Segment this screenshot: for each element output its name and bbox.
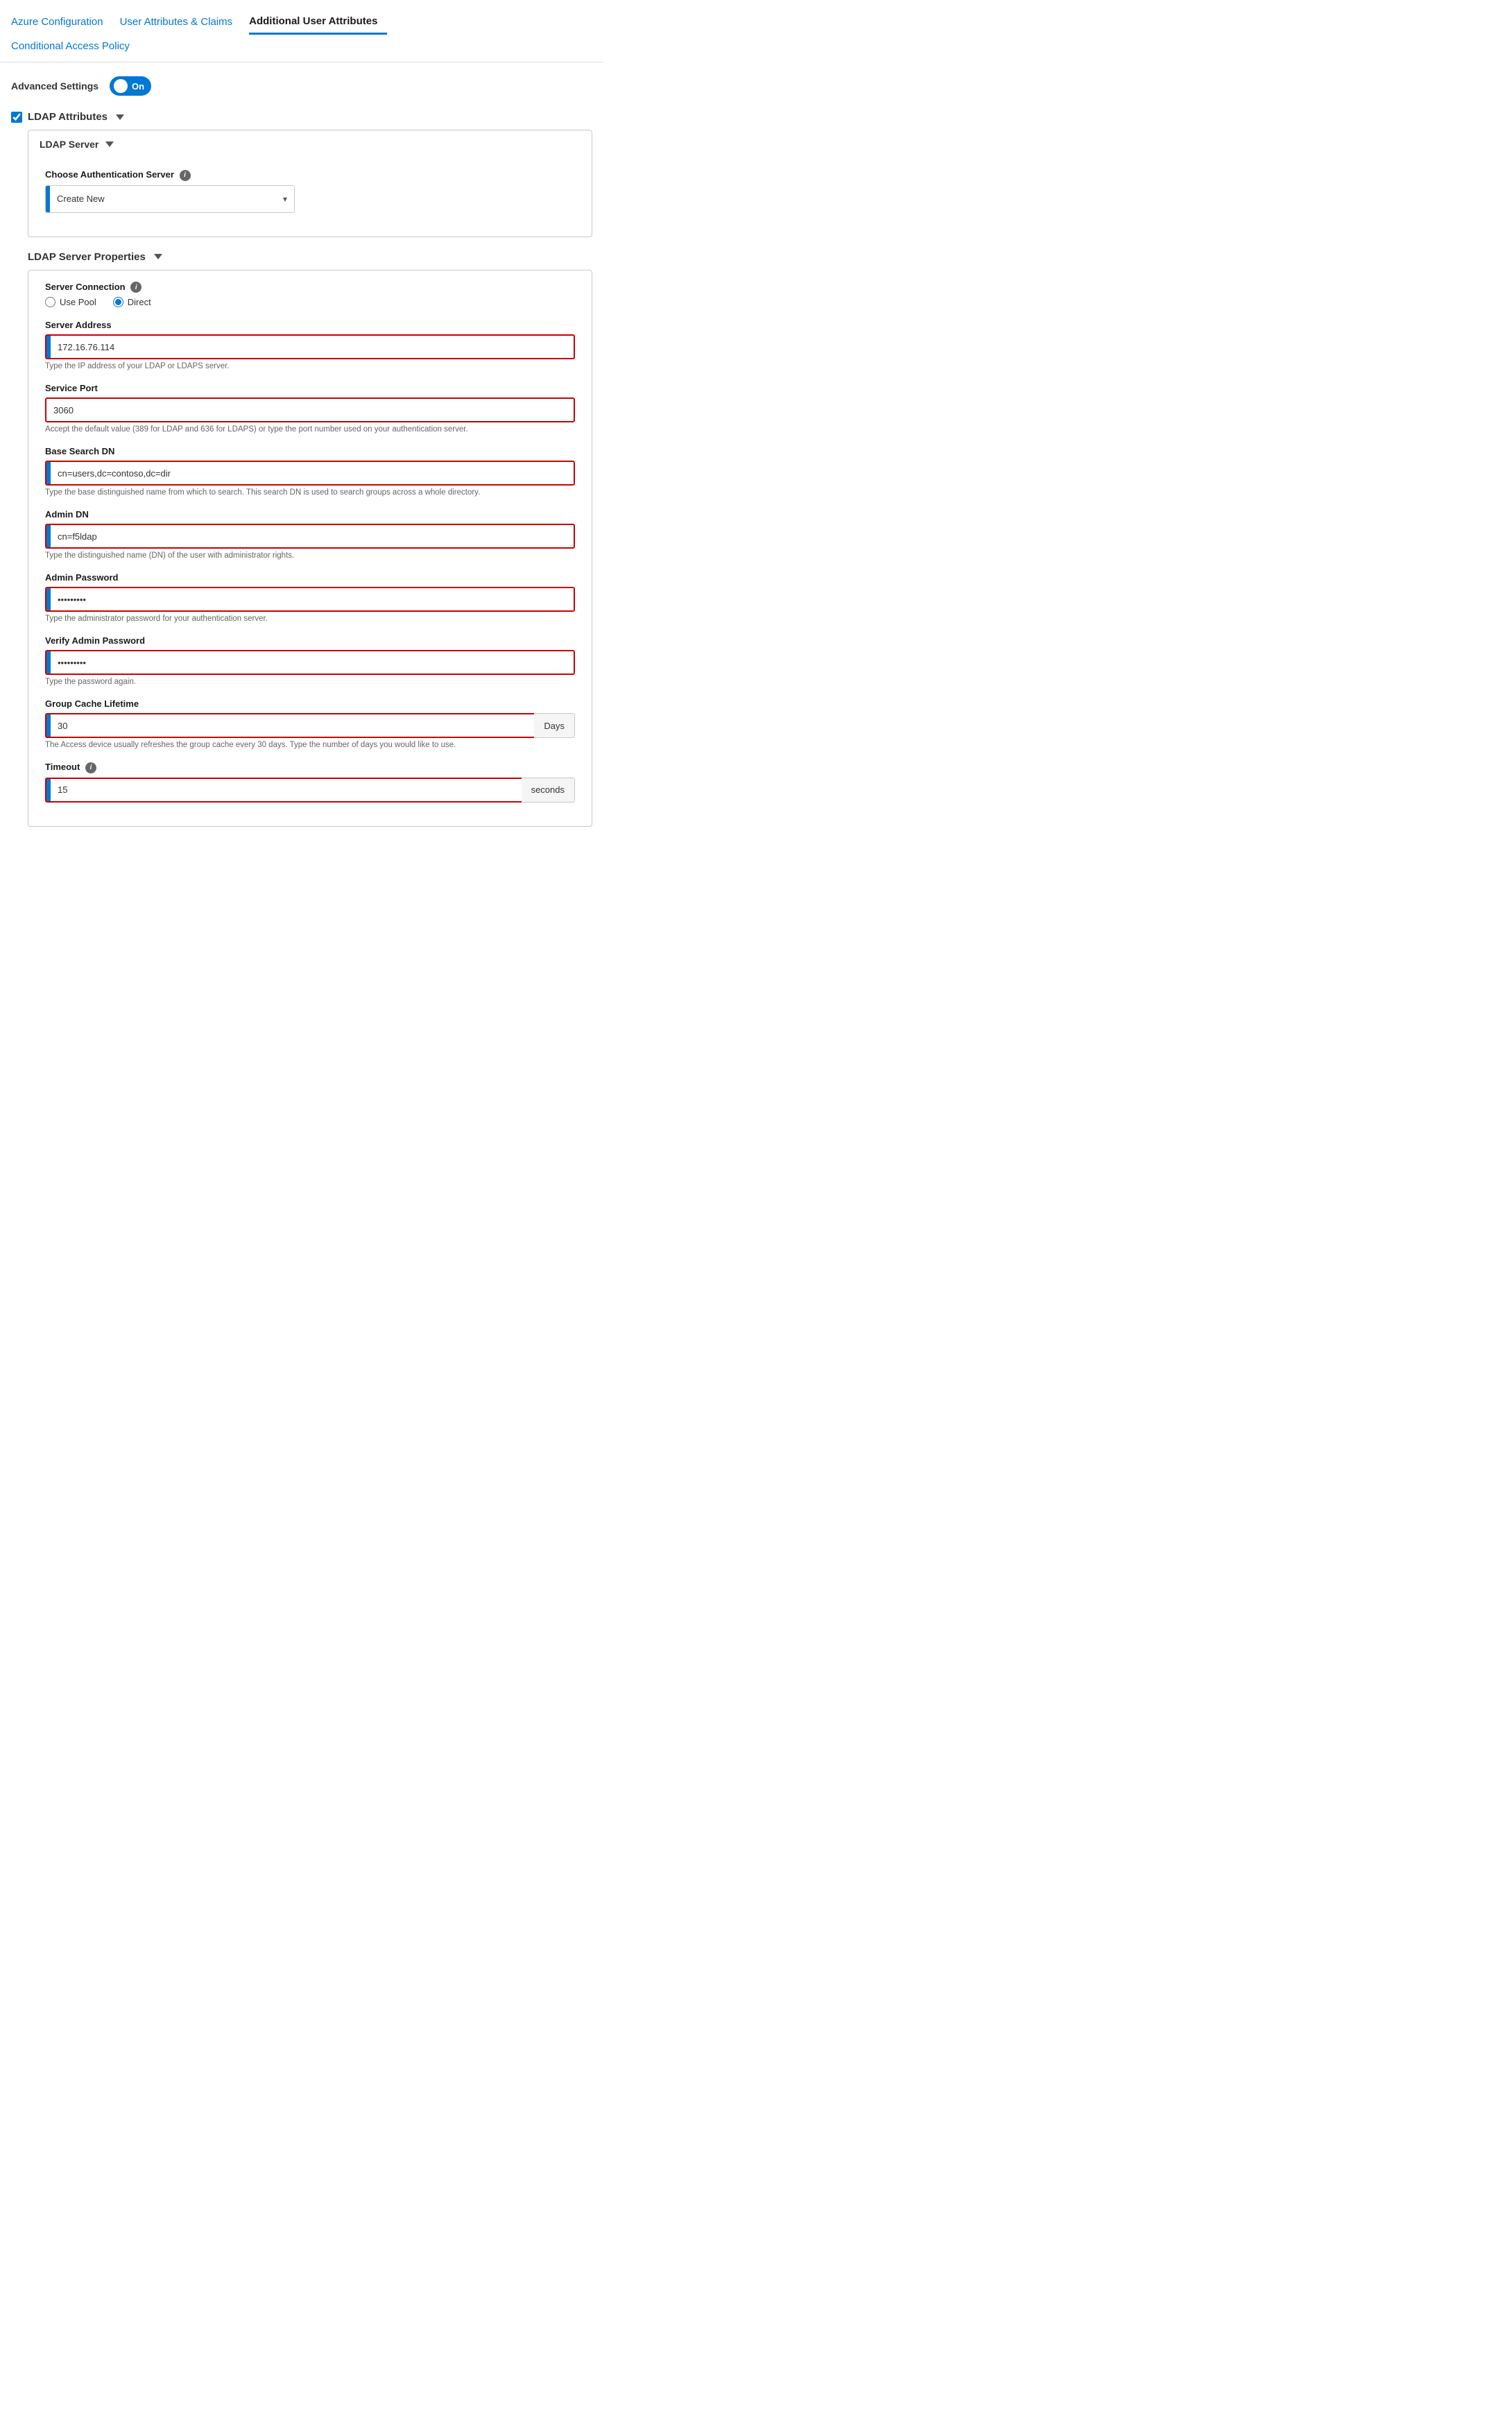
direct-label: Direct [128, 297, 151, 307]
ldap-server-properties-panel: Server Connection i Use Pool Direct [28, 270, 592, 827]
ldap-server-properties-title: LDAP Server Properties [28, 251, 146, 263]
group-cache-lifetime-row: Days [45, 713, 575, 738]
base-search-dn-group: Base Search DN Type the base distinguish… [45, 446, 575, 497]
timeout-group: Timeout i seconds [45, 762, 575, 803]
group-cache-lifetime-input[interactable] [51, 714, 534, 737]
use-pool-label: Use Pool [60, 297, 96, 307]
admin-password-wrapper [45, 587, 575, 612]
verify-admin-password-label: Verify Admin Password [45, 635, 575, 646]
server-address-label: Server Address [45, 320, 575, 330]
advanced-settings-toggle[interactable]: On [110, 76, 151, 96]
ldap-server-panel-header: LDAP Server [28, 130, 592, 158]
ldap-server-title: LDAP Server [40, 139, 98, 150]
service-port-hint: Accept the default value (389 for LDAP a… [45, 425, 575, 434]
server-connection-group: Server Connection i Use Pool Direct [45, 282, 575, 308]
service-port-label: Service Port [45, 383, 575, 393]
admin-password-hint: Type the administrator password for your… [45, 615, 575, 623]
timeout-label: Timeout i [45, 762, 575, 773]
choose-auth-server-select[interactable]: Create New [50, 186, 276, 212]
admin-password-input[interactable] [51, 588, 574, 610]
advanced-settings-row: Advanced Settings On [11, 76, 592, 96]
choose-auth-server-label: Choose Authentication Server i [45, 169, 575, 181]
toggle-on-text: On [132, 81, 144, 92]
server-connection-info-icon[interactable]: i [130, 282, 141, 293]
group-cache-lifetime-label: Group Cache Lifetime [45, 698, 575, 709]
nav-user-attributes-claims[interactable]: User Attributes & Claims [120, 10, 243, 35]
admin-dn-hint: Type the distinguished name (DN) of the … [45, 551, 575, 560]
ldap-server-properties-body: Server Connection i Use Pool Direct [28, 271, 592, 826]
server-connection-label: Server Connection i [45, 282, 575, 293]
server-address-input[interactable] [51, 336, 574, 358]
ldap-server-panel: LDAP Server Choose Authentication Server… [28, 130, 592, 237]
ldap-server-panel-body: Choose Authentication Server i Create Ne… [28, 158, 592, 237]
nav-conditional-access-policy[interactable]: Conditional Access Policy [11, 35, 139, 59]
direct-radio[interactable] [113, 297, 123, 307]
nav-header: Azure Configuration User Attributes & Cl… [0, 0, 603, 62]
choose-auth-server-group: Choose Authentication Server i Create Ne… [45, 169, 575, 213]
select-arrow-icon: ▾ [276, 186, 294, 212]
ldap-server-section: LDAP Server Choose Authentication Server… [28, 130, 592, 827]
ldap-server-chevron[interactable] [105, 142, 114, 147]
base-search-dn-wrapper [45, 461, 575, 486]
use-pool-option[interactable]: Use Pool [45, 297, 96, 307]
ldap-server-properties-chevron[interactable] [154, 254, 162, 259]
timeout-unit: seconds [522, 778, 575, 803]
service-port-input[interactable] [45, 397, 575, 422]
group-cache-lifetime-group: Group Cache Lifetime Days The Access dev… [45, 698, 575, 749]
admin-password-label: Admin Password [45, 572, 575, 583]
server-address-wrapper [45, 334, 575, 359]
choose-auth-server-select-wrapper: Create New ▾ [45, 185, 295, 213]
admin-dn-wrapper [45, 524, 575, 549]
admin-dn-group: Admin DN Type the distinguished name (DN… [45, 509, 575, 560]
base-search-dn-hint: Type the base distinguished name from wh… [45, 488, 575, 497]
server-address-group: Server Address Type the IP address of yo… [45, 320, 575, 370]
server-connection-radio-group: Use Pool Direct [45, 297, 575, 307]
verify-admin-password-input[interactable] [51, 651, 574, 674]
server-address-hint: Type the IP address of your LDAP or LDAP… [45, 362, 575, 370]
use-pool-radio[interactable] [45, 297, 55, 307]
base-search-dn-input[interactable] [51, 462, 574, 484]
group-cache-lifetime-wrapper [45, 713, 534, 738]
admin-password-group: Admin Password Type the administrator pa… [45, 572, 575, 623]
direct-option[interactable]: Direct [113, 297, 151, 307]
toggle-knob [114, 79, 128, 93]
admin-dn-label: Admin DN [45, 509, 575, 520]
ldap-attributes-section-header: LDAP Attributes [11, 111, 592, 123]
choose-auth-server-info-icon[interactable]: i [180, 170, 191, 181]
timeout-row: seconds [45, 778, 575, 803]
timeout-input[interactable] [51, 779, 522, 801]
base-search-dn-label: Base Search DN [45, 446, 575, 456]
group-cache-lifetime-unit: Days [534, 713, 575, 738]
ldap-attributes-title: LDAP Attributes [28, 111, 108, 123]
main-content: Advanced Settings On LDAP Attributes LDA… [0, 62, 603, 855]
advanced-settings-label: Advanced Settings [11, 80, 98, 92]
nav-azure-configuration[interactable]: Azure Configuration [11, 10, 113, 35]
timeout-info-icon[interactable]: i [85, 762, 96, 773]
nav-additional-user-attributes[interactable]: Additional User Attributes [249, 10, 387, 35]
ldap-attributes-checkbox[interactable] [11, 112, 22, 123]
ldap-attributes-chevron[interactable] [116, 114, 124, 120]
service-port-group: Service Port Accept the default value (3… [45, 383, 575, 434]
timeout-wrapper [45, 778, 522, 803]
group-cache-lifetime-hint: The Access device usually refreshes the … [45, 741, 575, 749]
verify-admin-password-group: Verify Admin Password Type the password … [45, 635, 575, 686]
verify-admin-password-wrapper [45, 650, 575, 675]
ldap-server-properties-header: LDAP Server Properties [28, 251, 592, 263]
verify-admin-password-hint: Type the password again. [45, 678, 575, 686]
admin-dn-input[interactable] [51, 525, 574, 547]
